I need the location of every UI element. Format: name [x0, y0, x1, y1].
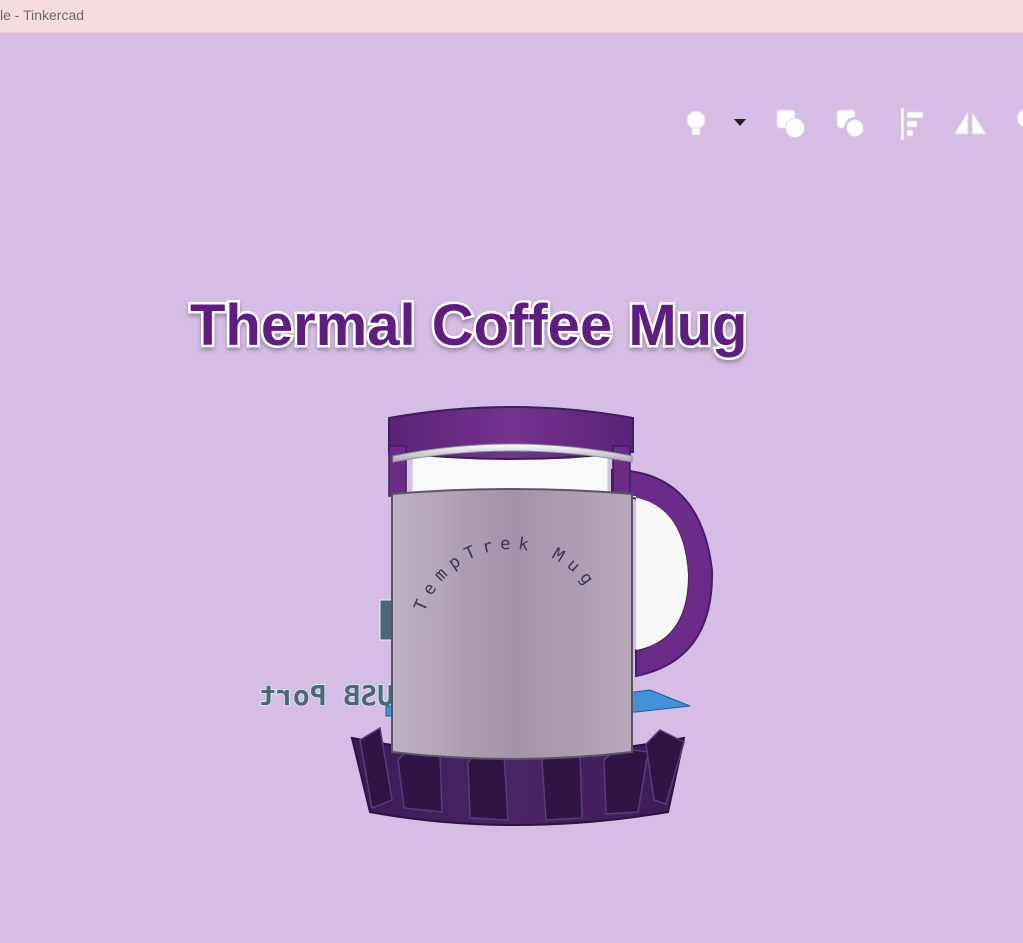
- usb-port-label[interactable]: USB Port: [258, 678, 394, 713]
- notes-icon[interactable]: [1014, 104, 1023, 144]
- mug-sleeve[interactable]: TempTrek Mug: [391, 488, 633, 760]
- chevron-down-icon[interactable]: [724, 104, 754, 144]
- scene-title-3d-text[interactable]: Thermal Coffee Mug: [188, 291, 751, 361]
- view-toolbar: [676, 104, 1023, 144]
- light-bulb-icon[interactable]: [676, 104, 716, 144]
- group-shape-icon[interactable]: [772, 104, 812, 144]
- ungroup-shape-icon[interactable]: [832, 104, 872, 144]
- usb-port-3d-text[interactable]: USB Port: [258, 599, 395, 713]
- align-icon[interactable]: [894, 104, 934, 144]
- mirror-icon[interactable]: [950, 104, 990, 144]
